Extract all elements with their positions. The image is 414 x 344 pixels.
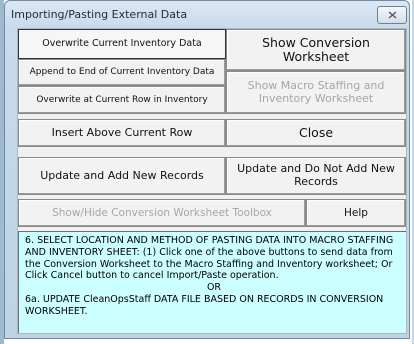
close-button[interactable]: Close [226,119,406,147]
append-to-end-label: Append to End of Current Inventory Data [29,67,215,78]
show-hide-toolbox-label: Show/Hide Conversion Worksheet Toolbox [52,206,272,219]
update-no-add-button[interactable]: Update and Do Not Add New Records [226,157,406,195]
instructions-step-6a: 6a. UPDATE CleanOpsStaff DATA FILE BASED… [25,293,384,317]
overwrite-inventory-label: Overwrite Current Inventory Data [42,37,202,49]
show-macro-staffing-button[interactable]: Show Macro Staffing and Inventory Worksh… [226,71,406,114]
show-conversion-worksheet-button[interactable]: Show Conversion Worksheet [226,29,406,71]
close-label: Close [298,124,334,140]
show-macro-staffing-label: Show Macro Staffing and Inventory Worksh… [247,78,385,105]
dialog-title: Importing/Pasting External Data [11,8,188,21]
insert-above-button[interactable]: Insert Above Current Row [18,119,226,147]
instructions-or: OR [206,282,222,294]
help-label: Help [344,206,368,219]
update-add-button[interactable]: Update and Add New Records [18,157,226,195]
help-button[interactable]: Help [306,199,406,227]
instructions-step-6: 6. SELECT LOCATION AND METHOD OF PASTING… [25,235,394,282]
overwrite-at-row-button[interactable]: Overwrite at Current Row in Inventory [18,86,226,114]
append-to-end-button[interactable]: Append to End of Current Inventory Data [18,59,226,86]
close-x-icon [388,11,396,19]
update-add-label: Update and Add New Records [40,168,204,182]
instructions-panel: 6. SELECT LOCATION AND METHOD OF PASTING… [18,231,406,333]
import-paste-dialog: Importing/Pasting External Data Overwrit… [4,0,410,339]
overwrite-at-row-label: Overwrite at Current Row in Inventory [36,94,208,105]
show-hide-toolbox-button[interactable]: Show/Hide Conversion Worksheet Toolbox [18,199,306,227]
overwrite-inventory-button[interactable]: Overwrite Current Inventory Data [18,29,226,59]
show-conversion-worksheet-label: Show Conversion Worksheet [262,34,370,64]
window-close-button[interactable] [377,6,407,24]
update-no-add-label: Update and Do Not Add New Records [237,162,395,188]
insert-above-label: Insert Above Current Row [51,125,193,139]
dialog-client-area: Overwrite Current Inventory Data Show Co… [17,28,407,334]
